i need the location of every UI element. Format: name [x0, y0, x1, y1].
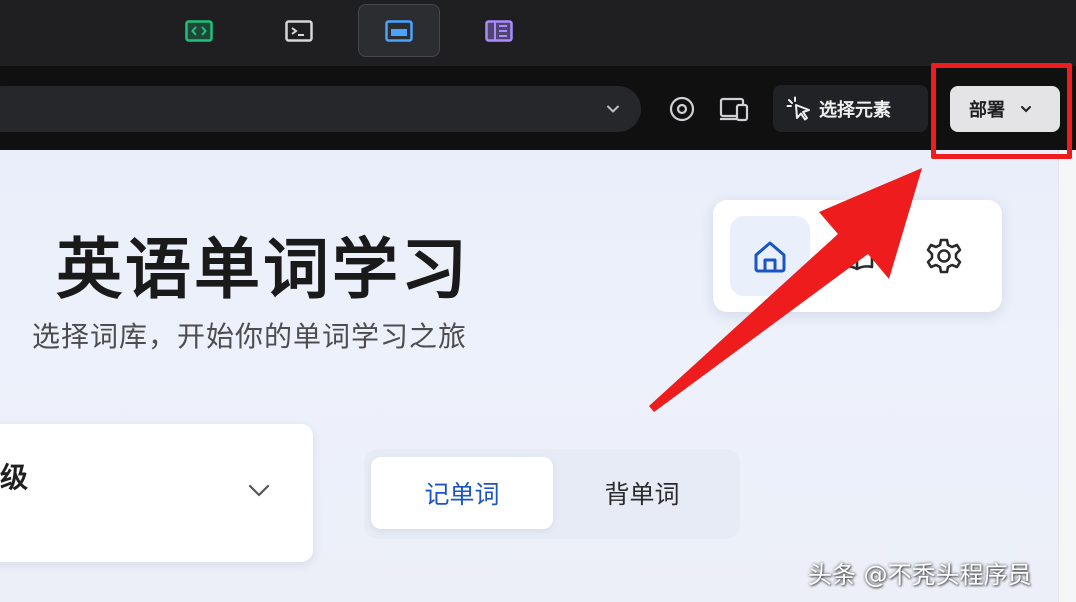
watermark-text: 头条 @不秃头程序员 [808, 561, 1032, 589]
annotation-arrow [649, 168, 922, 412]
